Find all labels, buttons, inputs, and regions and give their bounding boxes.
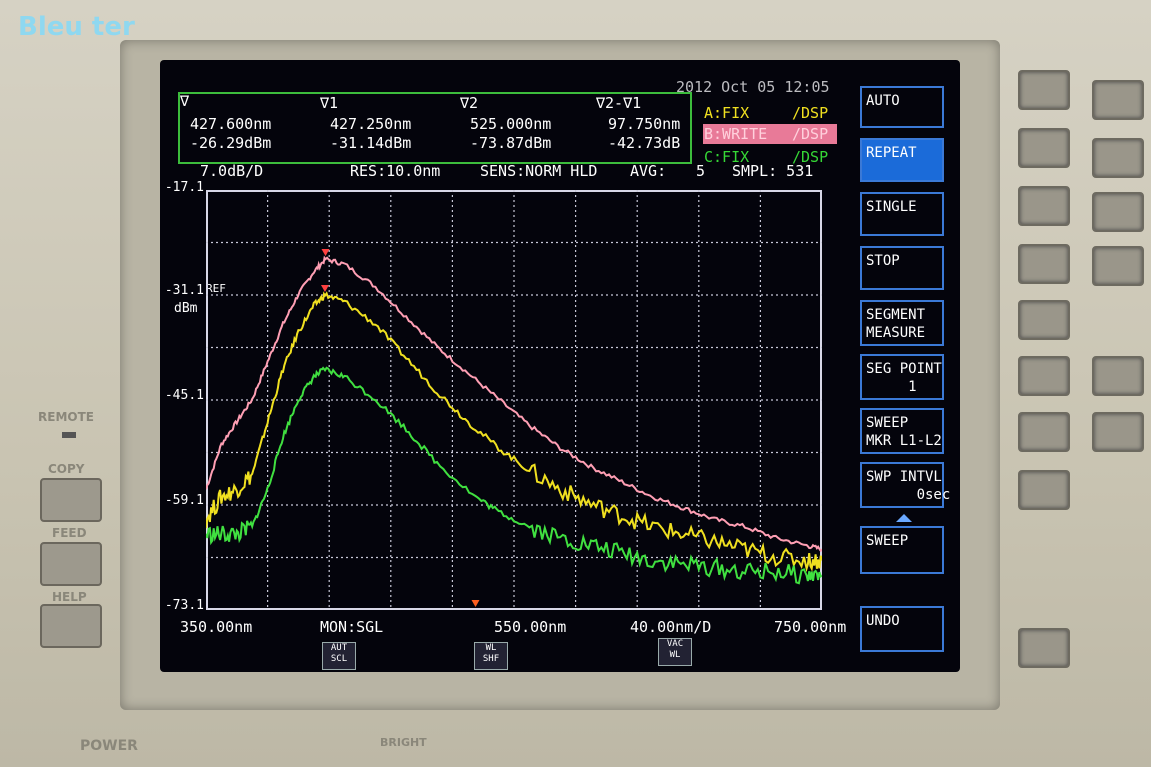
- y-axis: -17.1 -31.1 -45.1 -59.1 -73.1: [160, 180, 204, 620]
- span-per-division: 40.00nm/D: [630, 618, 712, 636]
- menu-auto-button[interactable]: AUTO: [860, 86, 944, 128]
- datetime: 2012 Oct 05 12:05: [676, 78, 830, 96]
- user-key[interactable]: [1092, 356, 1144, 396]
- marker-key[interactable]: [1092, 246, 1144, 286]
- wavelength-shift-softkey[interactable]: WL SHF: [474, 642, 508, 670]
- menu-segment-measure-button[interactable]: SEGMENT MEASURE: [860, 300, 944, 346]
- power-label: POWER: [80, 738, 138, 754]
- trace-b-name: B:WRITE: [704, 125, 768, 143]
- marker-flag-icon: [321, 249, 330, 256]
- marker-2-level: -73.87dBm: [470, 134, 552, 152]
- side-key-4[interactable]: [1018, 244, 1070, 284]
- help-label: HELP: [52, 590, 87, 604]
- copy-key[interactable]: [40, 478, 102, 522]
- side-key-8[interactable]: [1018, 470, 1070, 510]
- average-value: 5: [696, 162, 706, 180]
- spectrum-plot: [206, 190, 822, 610]
- menu-repeat-button[interactable]: REPEAT: [860, 138, 944, 182]
- stop-wavelength: 750.00nm: [774, 618, 847, 636]
- auto-scale-softkey[interactable]: AUT SCL: [322, 642, 356, 670]
- trace-a-mode: /DSP: [792, 104, 829, 122]
- side-key-2[interactable]: [1018, 128, 1070, 168]
- marker-1-wavelength: 427.250nm: [330, 115, 412, 133]
- center-key[interactable]: [1092, 80, 1144, 120]
- image-caption: Bleu ter: [18, 12, 135, 42]
- program-key[interactable]: [1092, 412, 1144, 452]
- osa-screen: ∇ 427.600nm -26.29dBm ∇1 427.250nm -31.1…: [160, 60, 960, 672]
- side-key-5[interactable]: [1018, 300, 1070, 340]
- y-tick-label: -17.1: [164, 180, 204, 195]
- marker-0-level: -26.29dBm: [190, 134, 272, 152]
- resolution-label: RES:10.0nm: [350, 162, 441, 180]
- menu-sweep-button[interactable]: SWEEP: [860, 526, 944, 574]
- monitor-mode: MON:SGL: [320, 618, 384, 636]
- remote-led: [62, 432, 76, 438]
- feed-key[interactable]: [40, 542, 102, 586]
- scale-label: 7.0dB/D: [200, 162, 264, 180]
- average-label: AVG:: [630, 162, 667, 180]
- vacuum-wavelength-softkey[interactable]: VAC WL: [658, 638, 692, 666]
- marker-delta-wavelength: 97.750nm: [608, 115, 681, 133]
- y-tick-label: -73.1: [164, 598, 204, 613]
- y-tick-label: -59.1: [164, 493, 204, 508]
- marker-delta-label: ∇2-∇1: [596, 94, 642, 112]
- side-key-1[interactable]: [1018, 70, 1070, 110]
- side-key-7[interactable]: [1018, 412, 1070, 452]
- marker-0-wavelength: 427.600nm: [190, 115, 272, 133]
- menu-undo-button[interactable]: UNDO: [860, 606, 944, 652]
- marker-flag-icon: [320, 285, 329, 292]
- setup-key[interactable]: [1092, 192, 1144, 232]
- center-wavelength: 550.00nm: [494, 618, 567, 636]
- sampling-label: SMPL: 531: [732, 162, 814, 180]
- copy-label: COPY: [48, 462, 85, 476]
- trace-a-name: A:FIX: [704, 104, 750, 122]
- sensitivity-label: SENS:NORM HLD: [480, 162, 598, 180]
- menu-sweep-marker-button[interactable]: SWEEP MKR L1-L2: [860, 408, 944, 454]
- marker-2-wavelength: 525.000nm: [470, 115, 552, 133]
- side-key-3[interactable]: [1018, 186, 1070, 226]
- y-tick-label: -31.1: [164, 283, 204, 298]
- feed-label: FEED: [52, 526, 87, 540]
- marker-2-label: ∇2: [460, 94, 479, 112]
- menu-stop-button[interactable]: STOP: [860, 246, 944, 290]
- marker-1-level: -31.14dBm: [330, 134, 412, 152]
- remote-label: REMOTE: [38, 410, 94, 424]
- y-tick-label: -45.1: [164, 388, 204, 403]
- help-key[interactable]: [40, 604, 102, 648]
- side-key-9[interactable]: [1018, 628, 1070, 668]
- side-key-6[interactable]: [1018, 356, 1070, 396]
- y-unit-label: dBm: [174, 301, 198, 316]
- up-arrow-icon: [896, 514, 912, 522]
- marker-1-label: ∇1: [320, 94, 339, 112]
- marker-delta-level: -42.73dB: [608, 134, 681, 152]
- menu-single-button[interactable]: SINGLE: [860, 192, 944, 236]
- plot-traces: [206, 249, 822, 607]
- menu-seg-point-button[interactable]: SEG POINT 1: [860, 354, 944, 400]
- marker-0-label: ∇: [180, 92, 190, 110]
- marker-flag-icon: [471, 600, 480, 607]
- trace-b-mode: /DSP: [792, 125, 829, 143]
- start-wavelength: 350.00nm: [180, 618, 253, 636]
- menu-sweep-interval-button[interactable]: SWP INTVL 0sec: [860, 462, 950, 508]
- bright-label: BRIGHT: [380, 736, 427, 749]
- sweep-key[interactable]: [1092, 138, 1144, 178]
